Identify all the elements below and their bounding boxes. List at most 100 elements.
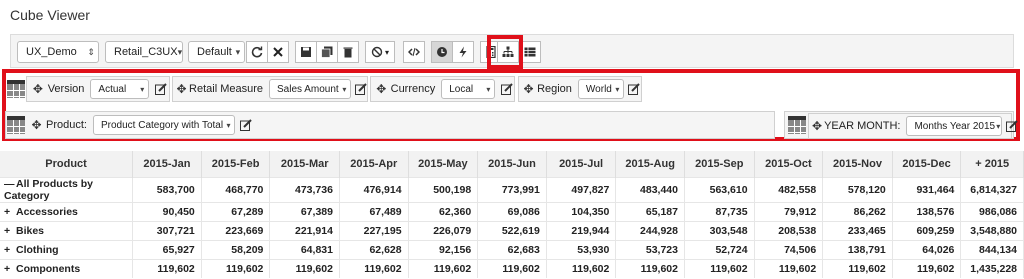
table-cell[interactable]: 583,700 bbox=[132, 176, 202, 202]
table-cell[interactable]: 303,548 bbox=[684, 220, 755, 240]
column-header[interactable]: Product bbox=[0, 151, 134, 177]
collapse-icon[interactable]: — bbox=[4, 178, 16, 190]
column-header[interactable]: 2015-Mar bbox=[269, 151, 340, 177]
table-cell[interactable]: 62,683 bbox=[477, 239, 547, 259]
column-header[interactable]: 2015-Nov bbox=[822, 151, 893, 177]
close-button[interactable] bbox=[267, 41, 289, 63]
row-header[interactable]: + Bikes bbox=[0, 220, 134, 240]
row-header[interactable]: + Clothing bbox=[0, 239, 134, 259]
table-cell[interactable]: 119,602 bbox=[339, 258, 409, 278]
suppress-button[interactable]: ▾ bbox=[365, 41, 395, 63]
table-cell[interactable]: 307,721 bbox=[132, 220, 202, 240]
column-header[interactable]: 2015-Feb bbox=[201, 151, 271, 177]
move-icon[interactable]: ✥ bbox=[522, 82, 535, 96]
table-cell[interactable]: 52,724 bbox=[684, 239, 755, 259]
column-header[interactable]: 2015-Sep bbox=[684, 151, 755, 177]
table-cell[interactable]: 227,195 bbox=[339, 220, 409, 240]
table-cell[interactable]: 79,912 bbox=[754, 201, 824, 221]
layout-select[interactable]: Default ▾ bbox=[188, 41, 245, 63]
table-cell[interactable]: 233,465 bbox=[822, 220, 893, 240]
table-cell[interactable]: 500,198 bbox=[408, 176, 479, 202]
table-cell[interactable]: 208,538 bbox=[754, 220, 824, 240]
table-cell[interactable]: 62,360 bbox=[408, 201, 479, 221]
table-cell[interactable]: 65,187 bbox=[615, 201, 685, 221]
code-button[interactable] bbox=[403, 41, 425, 63]
rows-dimension-select[interactable]: Product Category with Total ▾ bbox=[92, 115, 235, 135]
expand-icon[interactable]: + bbox=[4, 244, 16, 256]
expand-icon[interactable]: + bbox=[4, 225, 16, 237]
table-cell[interactable]: 119,602 bbox=[822, 258, 893, 278]
save-as-button[interactable] bbox=[316, 41, 338, 63]
table-cell[interactable]: 86,262 bbox=[822, 201, 893, 221]
view-select[interactable]: Retail_C3UX ▾ bbox=[105, 41, 183, 63]
column-header[interactable]: 2015-Jan bbox=[132, 151, 202, 177]
table-cell[interactable]: 609,259 bbox=[892, 220, 962, 240]
table-cell[interactable]: 844,134 bbox=[960, 239, 1024, 259]
save-button[interactable] bbox=[295, 41, 317, 63]
cube-select[interactable]: UX_Demo ⇕ bbox=[17, 41, 99, 63]
filter-region-select[interactable]: World ▾ bbox=[577, 79, 624, 99]
table-cell[interactable]: 223,669 bbox=[201, 220, 271, 240]
edit-icon[interactable] bbox=[1006, 118, 1019, 134]
table-cell[interactable]: 90,450 bbox=[132, 201, 202, 221]
table-cell[interactable]: 497,827 bbox=[546, 176, 617, 202]
table-cell[interactable]: 244,928 bbox=[615, 220, 685, 240]
table-cell[interactable]: 119,602 bbox=[132, 258, 202, 278]
row-header[interactable]: + Accessories bbox=[0, 201, 134, 221]
edit-icon[interactable] bbox=[355, 81, 367, 97]
move-icon[interactable]: ✥ bbox=[29, 118, 44, 132]
table-cell[interactable]: 74,506 bbox=[754, 239, 824, 259]
table-cell[interactable]: 138,791 bbox=[822, 239, 893, 259]
column-header[interactable]: + 2015 bbox=[960, 151, 1024, 177]
table-cell[interactable]: 64,831 bbox=[269, 239, 340, 259]
column-header[interactable]: 2015-Aug bbox=[615, 151, 685, 177]
table-cell[interactable]: 119,602 bbox=[201, 258, 271, 278]
table-cell[interactable]: 219,944 bbox=[546, 220, 617, 240]
expand-icon[interactable]: + bbox=[4, 206, 16, 218]
column-header[interactable]: 2015-May bbox=[408, 151, 479, 177]
row-header[interactable]: — All Products by Category bbox=[0, 176, 134, 202]
table-cell[interactable]: 69,086 bbox=[477, 201, 547, 221]
table-cell[interactable]: 563,610 bbox=[684, 176, 755, 202]
refresh-button[interactable] bbox=[246, 41, 268, 63]
column-header[interactable]: 2015-Apr bbox=[339, 151, 409, 177]
edit-icon[interactable] bbox=[499, 81, 514, 97]
row-header[interactable]: + Components bbox=[0, 258, 134, 278]
table-cell[interactable]: 986,086 bbox=[960, 201, 1024, 221]
table-cell[interactable]: 53,930 bbox=[546, 239, 617, 259]
table-cell[interactable]: 138,576 bbox=[892, 201, 962, 221]
table-cell[interactable]: 119,602 bbox=[408, 258, 479, 278]
table-cell[interactable]: 119,602 bbox=[754, 258, 824, 278]
table-cell[interactable]: 578,120 bbox=[822, 176, 893, 202]
table-cell[interactable]: 773,991 bbox=[477, 176, 547, 202]
table-cell[interactable]: 6,814,327 bbox=[960, 176, 1024, 202]
column-header[interactable]: 2015-Jul bbox=[546, 151, 617, 177]
table-cell[interactable]: 67,389 bbox=[269, 201, 340, 221]
table-cell[interactable]: 476,914 bbox=[339, 176, 409, 202]
columns-dimension-select[interactable]: Months Year 2015 ▾ bbox=[906, 116, 1003, 136]
table-cell[interactable]: 473,736 bbox=[269, 176, 340, 202]
table-cell[interactable]: 221,914 bbox=[269, 220, 340, 240]
table-cell[interactable]: 482,558 bbox=[754, 176, 824, 202]
filter-version-select[interactable]: Actual ▾ bbox=[90, 79, 150, 99]
column-header[interactable]: 2015-Jun bbox=[477, 151, 547, 177]
move-icon[interactable]: ✥ bbox=[374, 82, 389, 96]
edit-icon[interactable] bbox=[239, 117, 254, 133]
table-cell[interactable]: 67,489 bbox=[339, 201, 409, 221]
expand-icon[interactable]: + bbox=[4, 263, 16, 275]
column-header[interactable]: 2015-Oct bbox=[754, 151, 824, 177]
table-cell[interactable]: 3,548,880 bbox=[960, 220, 1024, 240]
table-cell[interactable]: 92,156 bbox=[408, 239, 479, 259]
table-cell[interactable]: 119,602 bbox=[615, 258, 685, 278]
table-cell[interactable]: 1,435,228 bbox=[960, 258, 1024, 278]
table-cell[interactable]: 64,026 bbox=[892, 239, 962, 259]
table-cell[interactable]: 67,289 bbox=[201, 201, 271, 221]
table-cell[interactable]: 522,619 bbox=[477, 220, 547, 240]
delete-button[interactable] bbox=[337, 41, 359, 63]
table-cell[interactable]: 62,628 bbox=[339, 239, 409, 259]
table-cell[interactable]: 119,602 bbox=[684, 258, 755, 278]
clock-button[interactable] bbox=[431, 41, 453, 63]
table-cell[interactable]: 53,723 bbox=[615, 239, 685, 259]
table-cell[interactable]: 931,464 bbox=[892, 176, 962, 202]
column-header[interactable]: 2015-Dec bbox=[892, 151, 962, 177]
